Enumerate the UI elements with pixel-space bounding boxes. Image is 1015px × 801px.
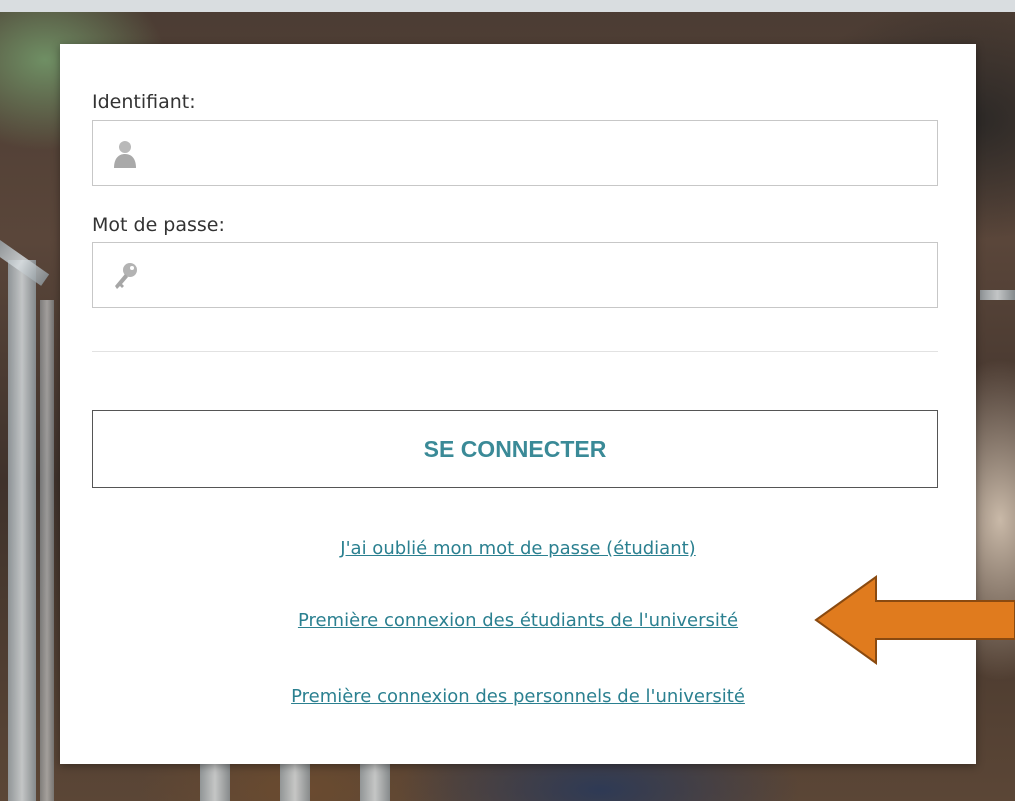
key-icon [111, 261, 139, 291]
first-login-staff-link[interactable]: Première connexion des personnels de l'u… [60, 686, 976, 707]
orange-arrow-annotation [814, 575, 1015, 665]
background-railing [40, 300, 54, 801]
background-railing [200, 760, 230, 801]
top-frame-strip [0, 0, 1015, 12]
background-railing [360, 760, 390, 801]
background-railing [980, 290, 1015, 300]
username-field[interactable] [92, 120, 938, 187]
login-button[interactable]: SE CONNECTER [92, 410, 938, 488]
forgot-password-link[interactable]: J'ai oublié mon mot de passe (étudiant) [60, 538, 976, 559]
background-railing [8, 260, 36, 801]
form-divider [92, 351, 938, 352]
username-label: Identifiant: [92, 91, 196, 113]
background-railing [280, 760, 310, 801]
password-field[interactable] [92, 242, 938, 309]
username-input[interactable] [155, 121, 929, 187]
password-input[interactable] [155, 243, 929, 309]
user-icon [111, 139, 139, 169]
password-label: Mot de passe: [92, 214, 225, 236]
